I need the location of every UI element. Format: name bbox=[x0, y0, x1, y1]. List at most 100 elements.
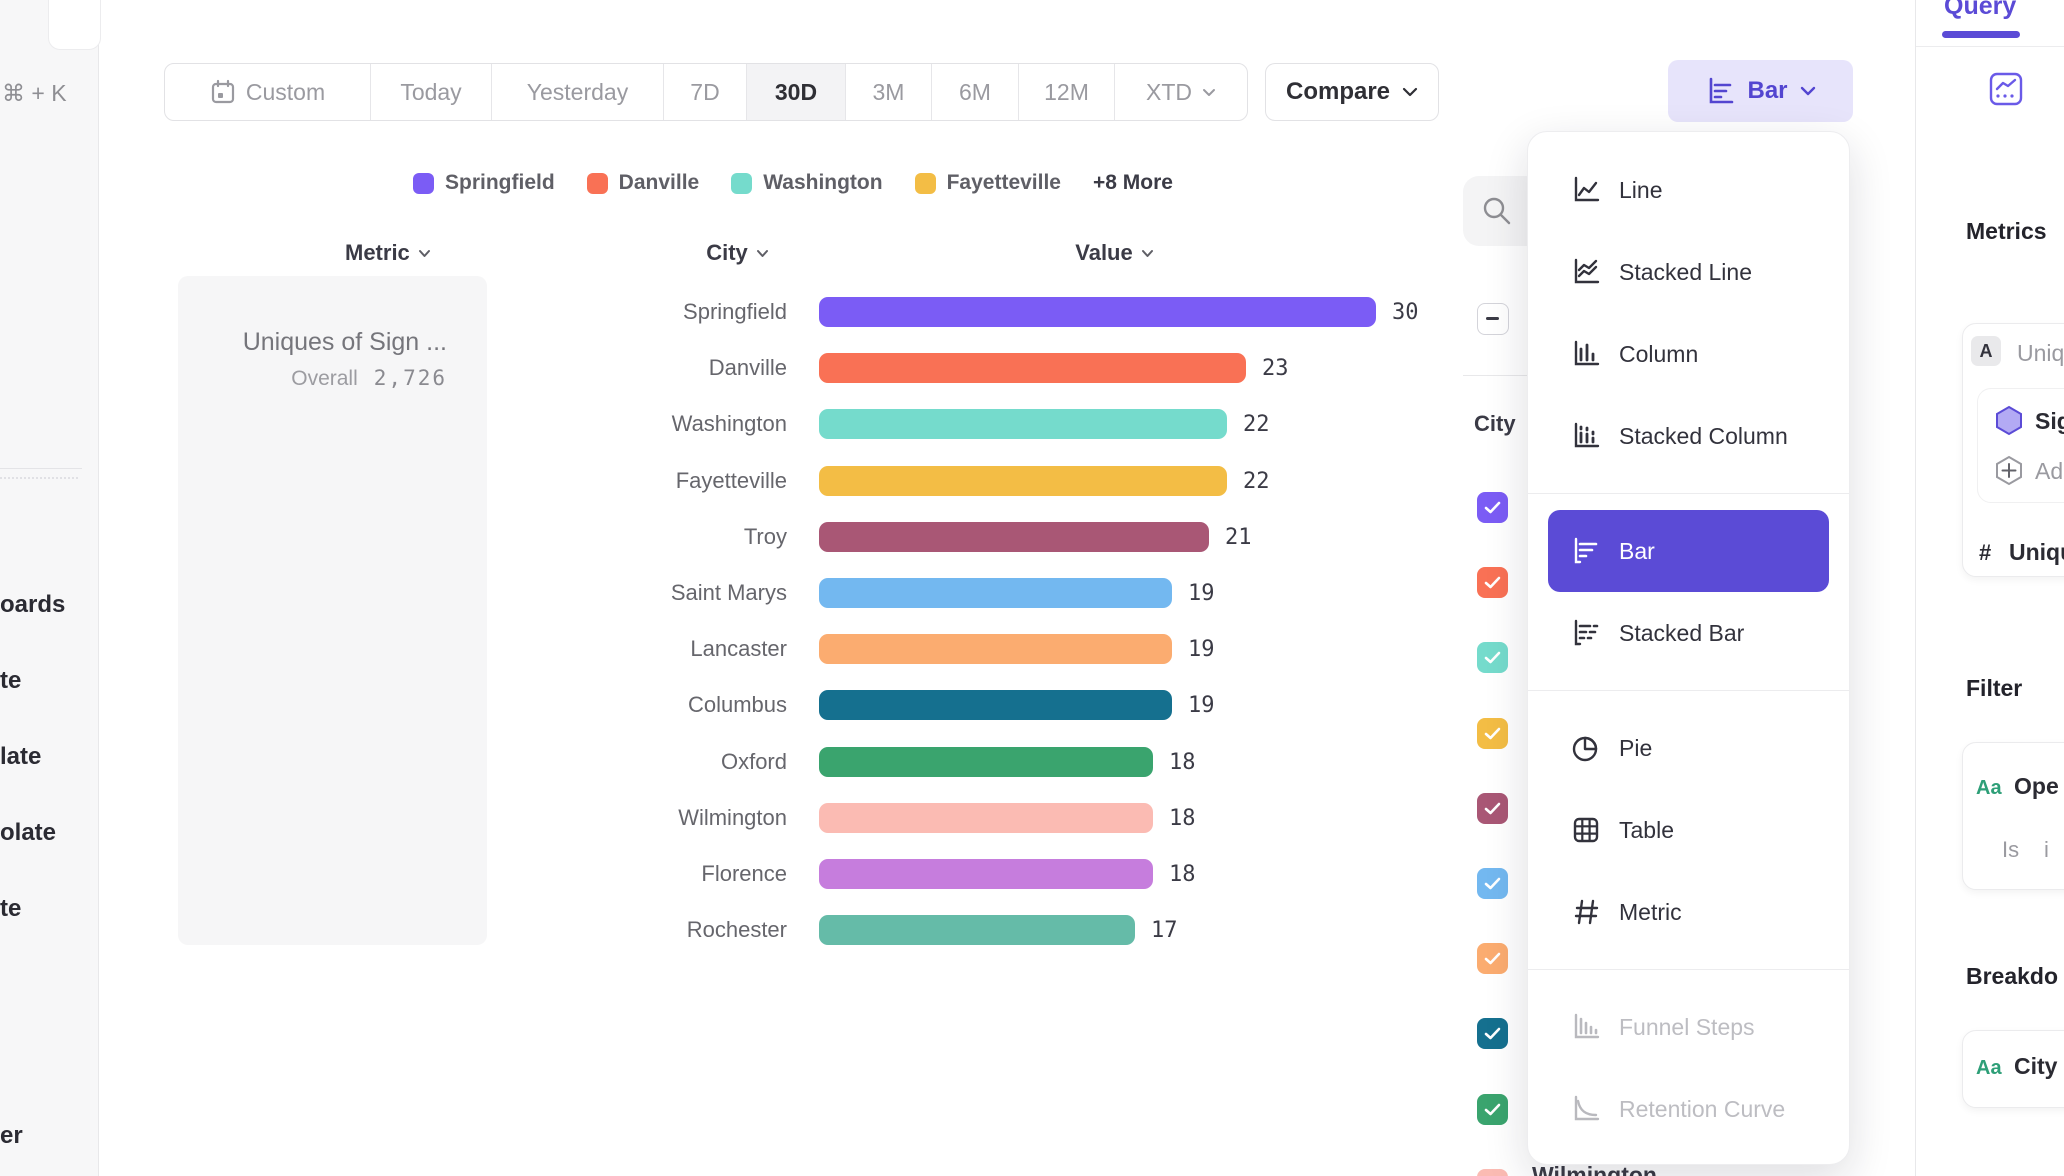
legend-item[interactable]: Springfield bbox=[413, 171, 555, 195]
date-range-xtd[interactable]: XTD bbox=[1115, 64, 1247, 120]
bar[interactable] bbox=[819, 747, 1153, 777]
menu-item-column[interactable]: Column bbox=[1548, 313, 1829, 395]
menu-item-retention-curve: Retention Curve bbox=[1548, 1068, 1829, 1150]
sidebar-item[interactable]: late bbox=[0, 743, 80, 773]
date-range-6m[interactable]: 6M bbox=[932, 64, 1019, 120]
sidebar-item[interactable]: te bbox=[0, 667, 80, 697]
add-label[interactable]: Ad bbox=[2035, 458, 2063, 485]
date-range-today[interactable]: Today bbox=[371, 64, 492, 120]
bar[interactable] bbox=[819, 353, 1246, 383]
filter-heading: Filter bbox=[1966, 675, 2022, 702]
metric-summary-card[interactable]: Uniques of Sign ... Overall 2,726 bbox=[178, 276, 487, 945]
bar[interactable] bbox=[819, 409, 1227, 439]
date-range-yesterday[interactable]: Yesterday bbox=[492, 64, 664, 120]
menu-item-stacked-bar[interactable]: Stacked Bar bbox=[1548, 592, 1829, 674]
legend-item[interactable]: Fayetteville bbox=[915, 171, 1061, 195]
bar-row: Danville23 bbox=[520, 353, 1289, 383]
chart-type-button[interactable]: Bar bbox=[1668, 60, 1853, 122]
breakdown-item-checkbox[interactable] bbox=[1477, 943, 1508, 974]
date-range-12m[interactable]: 12M bbox=[1019, 64, 1115, 120]
sidebar-item[interactable]: oards bbox=[0, 591, 80, 621]
sidebar-item[interactable]: te bbox=[0, 895, 80, 925]
date-range-7d[interactable]: 7D bbox=[664, 64, 747, 120]
aggregation-label[interactable]: Uniqu bbox=[2009, 539, 2064, 566]
date-range-label: Yesterday bbox=[527, 79, 628, 106]
bar-value-label: 23 bbox=[1262, 356, 1289, 381]
breakdown-item-checkbox[interactable] bbox=[1477, 1018, 1508, 1049]
date-range-30d[interactable]: 30D bbox=[747, 64, 846, 120]
column-header-metric[interactable]: Metric bbox=[345, 240, 431, 266]
legend-swatch bbox=[587, 173, 608, 194]
left-sidebar: ⌘ + K oardstelateolateteer bbox=[0, 0, 99, 1176]
bar-value-label: 30 bbox=[1392, 300, 1419, 325]
date-range-label: 3M bbox=[873, 79, 905, 106]
property-type-icon: Aa bbox=[1976, 1057, 2002, 1080]
retention-curve-icon bbox=[1571, 1094, 1601, 1124]
legend-swatch bbox=[731, 173, 752, 194]
bar-category-label: Saint Marys bbox=[520, 580, 787, 606]
add-event-icon[interactable] bbox=[1995, 455, 2023, 486]
column-header-city[interactable]: City bbox=[645, 240, 830, 266]
breakdown-item-checkbox[interactable] bbox=[1477, 642, 1508, 673]
menu-item-stacked-column[interactable]: Stacked Column bbox=[1548, 395, 1829, 477]
bar-row: Oxford18 bbox=[520, 747, 1196, 777]
checkmark-icon bbox=[1484, 952, 1501, 965]
menu-item-label: Retention Curve bbox=[1619, 1096, 1785, 1123]
bar[interactable] bbox=[819, 803, 1153, 833]
breakdown-card: Aa City bbox=[1962, 1030, 2064, 1108]
bar[interactable] bbox=[819, 634, 1172, 664]
menu-divider bbox=[1528, 493, 1849, 494]
menu-item-line[interactable]: Line bbox=[1548, 149, 1829, 231]
filter-value[interactable]: i bbox=[2044, 837, 2049, 863]
bar[interactable] bbox=[819, 915, 1135, 945]
breakdown-item-checkbox[interactable] bbox=[1477, 1094, 1508, 1125]
menu-item-pie[interactable]: Pie bbox=[1548, 707, 1829, 789]
select-all-checkbox[interactable] bbox=[1477, 303, 1509, 335]
breakdown-property[interactable]: City bbox=[2014, 1053, 2057, 1080]
sidebar-search-card-corner bbox=[48, 0, 101, 50]
legend-item[interactable]: Washington bbox=[731, 171, 882, 195]
menu-item-stacked-line[interactable]: Stacked Line bbox=[1548, 231, 1829, 313]
filter-property[interactable]: Ope bbox=[2014, 773, 2059, 800]
metric-title: Uniques of Sign ... bbox=[243, 328, 447, 357]
menu-item-label: Column bbox=[1619, 341, 1698, 368]
bar-chart-icon bbox=[1705, 76, 1735, 106]
legend-label: Springfield bbox=[445, 171, 555, 195]
tab-query[interactable]: Query bbox=[1944, 0, 2016, 21]
chart-type-button-label: Bar bbox=[1747, 77, 1787, 105]
bar[interactable] bbox=[819, 297, 1376, 327]
breakdown-item-checkbox[interactable] bbox=[1477, 1169, 1508, 1176]
breakdown-item-checkbox[interactable] bbox=[1477, 567, 1508, 598]
bar[interactable] bbox=[819, 466, 1227, 496]
compare-button[interactable]: Compare bbox=[1265, 63, 1439, 121]
chevron-down-icon bbox=[756, 249, 769, 258]
legend-label: Fayetteville bbox=[947, 171, 1061, 195]
event-name[interactable]: Sig bbox=[2035, 408, 2064, 435]
legend-item[interactable]: Danville bbox=[587, 171, 700, 195]
breakdown-item-checkbox[interactable] bbox=[1477, 793, 1508, 824]
date-range-custom[interactable]: Custom bbox=[165, 64, 371, 120]
date-range-3m[interactable]: 3M bbox=[846, 64, 932, 120]
menu-item-bar[interactable]: Bar bbox=[1548, 510, 1829, 592]
column-header-value[interactable]: Value bbox=[1022, 240, 1207, 266]
bar-value-label: 18 bbox=[1169, 750, 1196, 775]
bar[interactable] bbox=[819, 859, 1153, 889]
legend-label: Washington bbox=[763, 171, 882, 195]
breakdown-item-checkbox[interactable] bbox=[1477, 492, 1508, 523]
filter-operator[interactable]: Is bbox=[2002, 837, 2019, 863]
bar[interactable] bbox=[819, 578, 1172, 608]
sidebar-item[interactable]: er bbox=[0, 1122, 80, 1152]
date-range-label: Today bbox=[400, 79, 461, 106]
breakdown-item-checkbox[interactable] bbox=[1477, 868, 1508, 899]
bar[interactable] bbox=[819, 522, 1209, 552]
metrics-heading: Metrics bbox=[1966, 218, 2047, 245]
menu-item-table[interactable]: Table bbox=[1548, 789, 1829, 871]
bar-row: Florence18 bbox=[520, 859, 1196, 889]
breakdown-item-checkbox[interactable] bbox=[1477, 718, 1508, 749]
legend-more-button[interactable]: +8 More bbox=[1093, 171, 1173, 195]
checkmark-icon bbox=[1484, 501, 1501, 514]
sidebar-item[interactable]: olate bbox=[0, 819, 80, 849]
menu-item-metric[interactable]: Metric bbox=[1548, 871, 1829, 953]
date-range-selector: Custom Today Yesterday 7D30D 3M 6M12MXTD bbox=[164, 63, 1248, 121]
bar[interactable] bbox=[819, 690, 1172, 720]
